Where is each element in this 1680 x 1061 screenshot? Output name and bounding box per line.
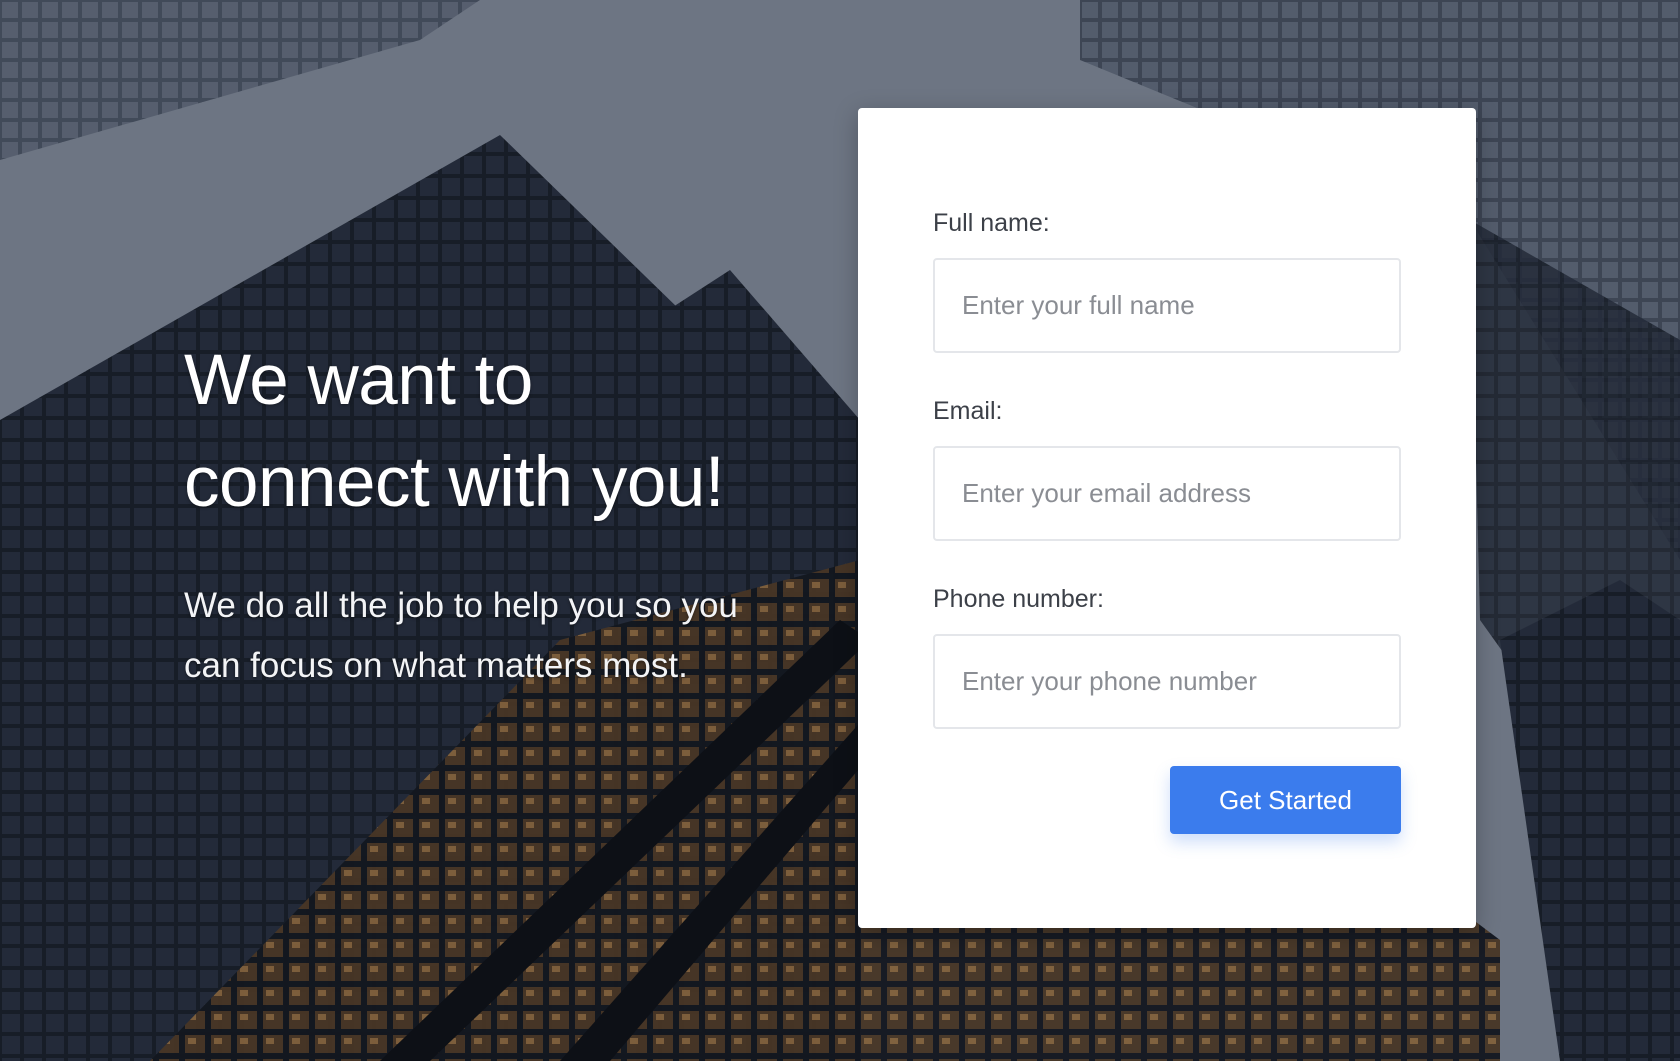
get-started-button[interactable]: Get Started [1170, 766, 1401, 834]
email-input[interactable] [933, 446, 1401, 541]
hero-title-line-1: We want to [184, 341, 533, 420]
hero-subtitle: We do all the job to help you so you can… [184, 576, 804, 696]
full-name-label: Full name: [933, 209, 1050, 237]
full-name-input[interactable] [933, 258, 1401, 353]
email-label: Email: [933, 397, 1003, 425]
phone-input[interactable] [933, 634, 1401, 729]
phone-label: Phone number: [933, 585, 1104, 613]
hero-title: We want to connect with you! [184, 330, 804, 534]
signup-form-card: Full name: Email: Phone number: Get Star… [858, 108, 1476, 928]
full-name-field: Full name: [933, 208, 1401, 353]
email-field: Email: [933, 396, 1401, 541]
phone-field: Phone number: [933, 584, 1401, 729]
hero-subtitle-line-2: can focus on what matters most. [184, 646, 688, 685]
hero-title-line-2: connect with you! [184, 443, 725, 522]
hero-subtitle-line-1: We do all the job to help you so you [184, 586, 738, 625]
hero-section: We want to connect with you! We do all t… [184, 330, 804, 696]
